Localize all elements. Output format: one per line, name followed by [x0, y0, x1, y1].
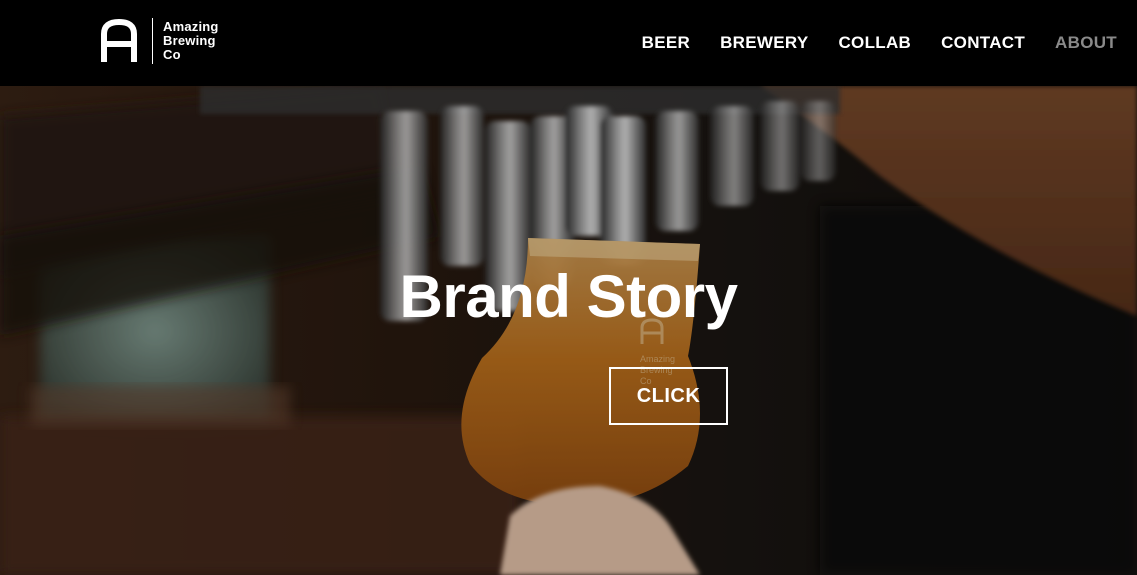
brand-divider	[152, 18, 153, 64]
nav-item-contact[interactable]: CONTACT	[941, 33, 1025, 53]
nav-item-about[interactable]: ABOUT	[1055, 33, 1117, 53]
nav-item-beer[interactable]: BEER	[642, 33, 690, 53]
brand-logo-link[interactable]: Amazing Brewing Co	[98, 17, 219, 65]
brand-name: Amazing Brewing Co	[163, 20, 219, 62]
hero-click-button[interactable]: CLICK	[609, 367, 728, 425]
hero-section: Amazing Brewing Co Brand Story CLICK	[0, 86, 1137, 575]
hero-title: Brand Story	[399, 263, 738, 330]
navbar: Amazing Brewing Co BEER BREWERY COLLAB C…	[0, 0, 1137, 86]
brand-name-line-1: Amazing	[163, 19, 219, 34]
nav-item-collab[interactable]: COLLAB	[838, 33, 911, 53]
a-monogram-icon	[101, 19, 137, 62]
brand-name-line-3: Co	[163, 47, 181, 62]
nav-item-brewery[interactable]: BREWERY	[720, 33, 808, 53]
brand-name-line-2: Brewing	[163, 33, 216, 48]
main-nav: BEER BREWERY COLLAB CONTACT ABOUT	[642, 0, 1117, 86]
